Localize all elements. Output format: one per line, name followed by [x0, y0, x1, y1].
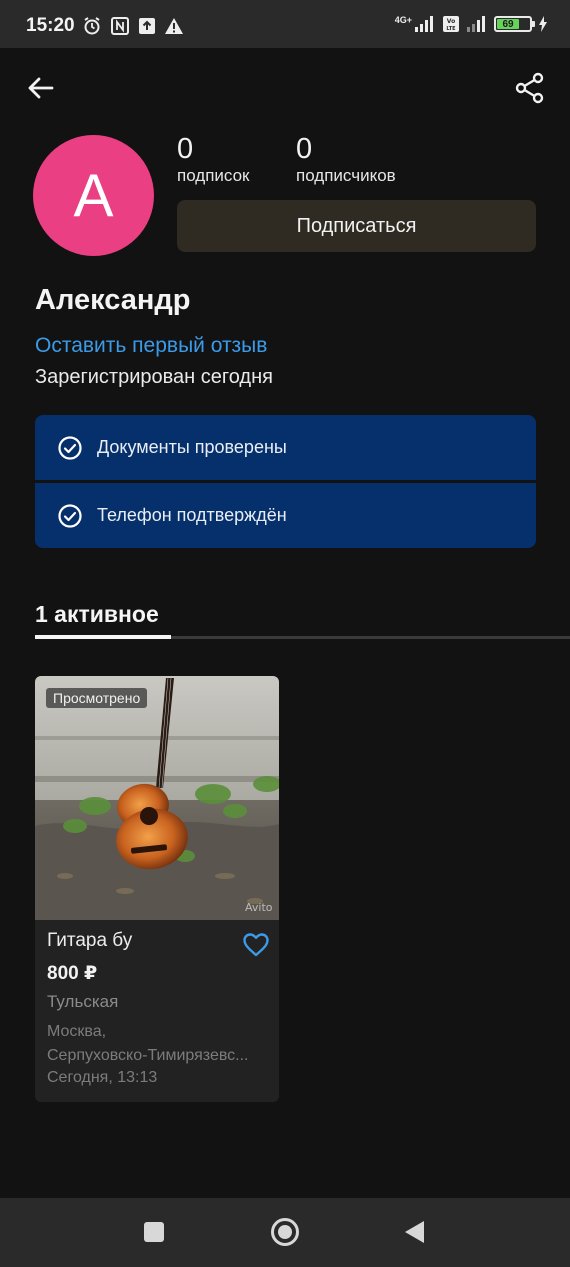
alarm-icon	[84, 17, 100, 35]
listing-location: Тульская	[47, 992, 119, 1011]
following-label: подписок	[177, 166, 250, 185]
battery-icon: 69	[494, 16, 535, 32]
svg-text:Vo: Vo	[447, 18, 455, 25]
tab-active-indicator	[35, 635, 171, 639]
signal-icon	[415, 16, 433, 32]
circle-icon	[271, 1218, 299, 1246]
warning-icon	[165, 18, 183, 34]
triangle-back-icon	[405, 1221, 424, 1243]
listing-watermark: Avito	[245, 901, 273, 914]
followers-stat[interactable]: 0 подписчиков	[296, 132, 396, 186]
home-button[interactable]	[267, 1214, 303, 1250]
back-button[interactable]	[22, 70, 58, 106]
status-time: 15:20	[26, 15, 75, 36]
check-circle-icon	[58, 435, 82, 460]
status-notification-icons	[82, 16, 184, 36]
profile-name: Александр	[35, 284, 191, 316]
verification-label: Документы проверены	[97, 437, 287, 457]
recents-button[interactable]	[136, 1214, 172, 1250]
avatar[interactable]: A	[33, 135, 154, 256]
verification-documents: Документы проверены	[35, 415, 536, 480]
listing-time: Сегодня, 13:13	[47, 1069, 158, 1086]
share-icon	[515, 72, 544, 104]
listing-card[interactable]: Avito Просмотрено Гитара бу 800 ₽ Тульск…	[35, 676, 279, 1102]
signal-icon-2	[467, 16, 485, 32]
charging-icon	[539, 16, 547, 32]
tab-active-listings[interactable]: 1 активное	[35, 601, 159, 628]
verification-phone: Телефон подтверждён	[35, 483, 536, 548]
viewed-badge: Просмотрено	[46, 688, 148, 708]
favorite-button[interactable]	[242, 932, 270, 958]
battery-level: 69	[497, 19, 520, 30]
check-circle-icon	[58, 503, 82, 528]
square-icon	[144, 1222, 164, 1242]
volte-icon: VoLTE	[443, 16, 459, 32]
listing-address: Москва, Серпуховско-Тимирязевс...	[47, 1020, 271, 1068]
following-count: 0	[177, 133, 194, 165]
leave-review-link[interactable]: Оставить первый отзыв	[35, 334, 267, 358]
upload-icon	[139, 18, 155, 34]
status-system-icons: 4G+ Vo LTE 69	[395, 15, 548, 33]
heart-icon	[243, 933, 269, 957]
listing-price: 800 ₽	[47, 963, 98, 984]
verification-label: Телефон подтверждён	[97, 505, 287, 525]
followers-label: подписчиков	[296, 166, 396, 185]
guitar-photo: Avito	[35, 676, 279, 920]
listing-address-line2: Серпуховско-Тимирязевс...	[47, 1047, 249, 1064]
status-bar: 15:20 4G+ Vo LTE 69	[0, 0, 570, 48]
subscribe-button[interactable]: Подписаться	[177, 200, 536, 252]
share-button[interactable]	[512, 70, 548, 106]
system-nav-bar	[0, 1198, 570, 1267]
arrow-left-icon	[28, 77, 54, 99]
listing-photo[interactable]: Avito Просмотрено	[35, 676, 279, 920]
network-type: 4G+	[394, 15, 412, 25]
back-nav-button[interactable]	[397, 1214, 433, 1250]
listing-title[interactable]: Гитара бу	[47, 930, 132, 952]
followers-count: 0	[296, 133, 313, 165]
registration-date: Зарегистрирован сегодня	[35, 366, 273, 388]
nfc-icon	[111, 17, 129, 35]
listing-address-line1: Москва,	[47, 1023, 107, 1040]
following-stat[interactable]: 0 подписок	[177, 132, 250, 186]
svg-text:LTE: LTE	[446, 26, 456, 32]
